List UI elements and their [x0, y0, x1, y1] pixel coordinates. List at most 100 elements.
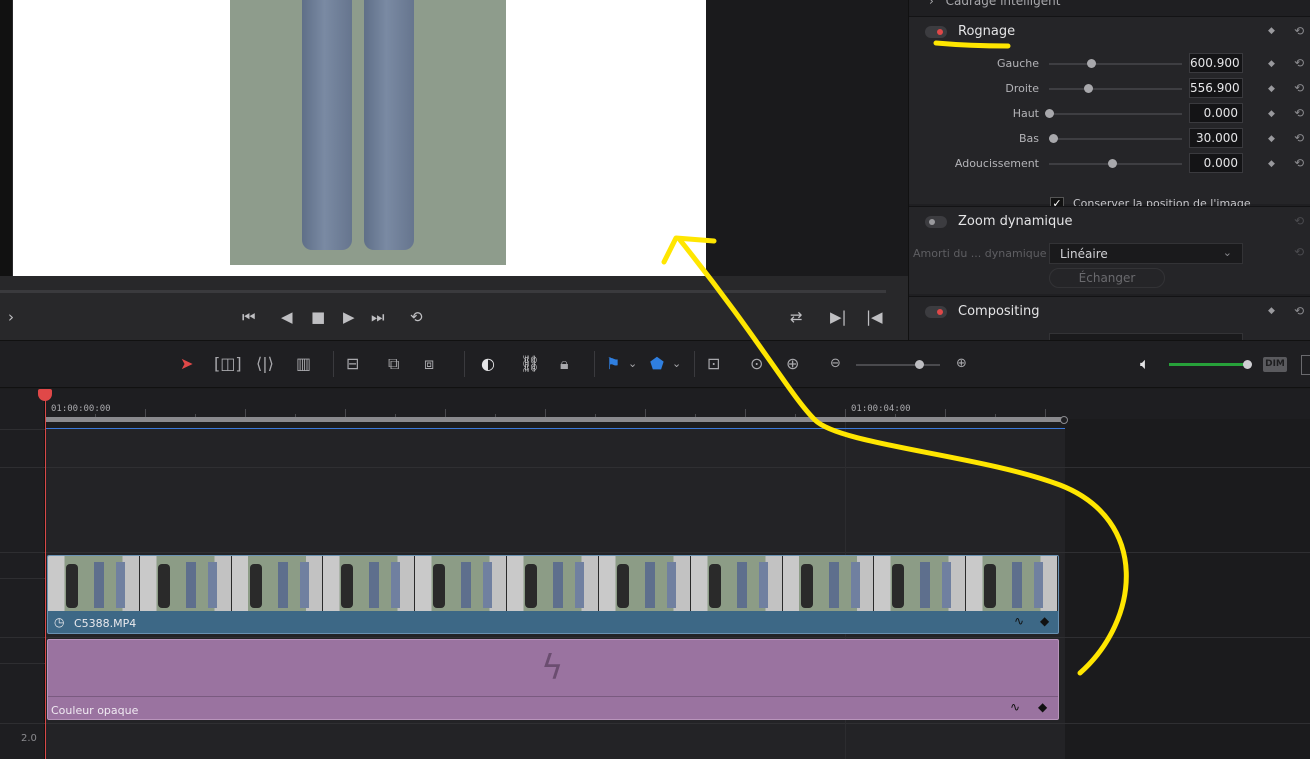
dynamic-trim-icon[interactable]: ⟨|⟩: [256, 354, 274, 373]
param-label: Adoucissement: [954, 157, 1039, 170]
keyframe-diamond-icon[interactable]: ◆: [1268, 84, 1275, 94]
blade-tool-icon[interactable]: ▥: [296, 354, 311, 373]
linked-selection-icon[interactable]: ⛓: [520, 354, 540, 373]
loop-icon[interactable]: ⟲: [410, 308, 423, 326]
dynamic-zoom-title: Zoom dynamique: [958, 214, 1073, 229]
expand-chevron-icon[interactable]: ›: [8, 308, 14, 326]
volume-slider-knob[interactable]: [1243, 360, 1252, 369]
solid-color-clip[interactable]: ϟ Couleur opaque ∿ ◆: [47, 639, 1059, 720]
crop-enable-toggle[interactable]: [925, 26, 947, 38]
dynamic-zoom-header[interactable]: Zoom dynamique ⟲: [909, 207, 1310, 237]
clip-thumbnail: [323, 556, 416, 611]
volume-slider[interactable]: [1169, 363, 1247, 366]
reset-icon[interactable]: ⟲: [1294, 24, 1304, 38]
reset-icon[interactable]: ⟲: [1294, 156, 1304, 170]
zoom-slider-knob[interactable]: [915, 360, 924, 369]
param-value-field[interactable]: 556.900: [1189, 78, 1243, 98]
prev-edit-icon[interactable]: |◀: [866, 308, 883, 326]
ease-select[interactable]: Linéaire ⌄: [1049, 243, 1243, 264]
zoom-custom-icon[interactable]: ⊕: [786, 354, 799, 373]
param-slider[interactable]: [1049, 138, 1182, 140]
curve-icon[interactable]: ∿: [1010, 700, 1020, 714]
track-divider: [0, 578, 45, 579]
clip-thumbnail: [231, 556, 324, 611]
track-divider: [0, 429, 45, 430]
timeline-range-bar[interactable]: [45, 417, 1065, 422]
first-frame-icon[interactable]: ⏮: [242, 308, 256, 326]
reset-icon[interactable]: ⟲: [1294, 131, 1304, 145]
range-end-handle[interactable]: [1060, 416, 1068, 424]
param-slider[interactable]: [1049, 63, 1182, 65]
trim-tool-icon[interactable]: [◫]: [214, 354, 242, 373]
keyframe-diamond-icon[interactable]: ◆: [1268, 306, 1275, 316]
dynamic-zoom-toggle[interactable]: [925, 216, 947, 228]
param-slider-knob[interactable]: [1048, 134, 1058, 143]
param-slider[interactable]: [1049, 113, 1182, 115]
param-value-field[interactable]: 30.000: [1189, 128, 1243, 148]
toolbar-separator: [464, 351, 465, 377]
overwrite-clip-icon[interactable]: ⧉: [388, 354, 399, 374]
keyframe-diamond-icon[interactable]: ◆: [1268, 109, 1275, 119]
inspector-panel: › Cadrage intelligent Rognage ◆ ⟲ Gauche…: [908, 0, 1310, 341]
keyframe-diamond-icon[interactable]: ◆: [1038, 700, 1047, 714]
reset-icon[interactable]: ⟲: [1294, 56, 1304, 70]
timecode-ruler[interactable]: 01:00:00:00 01:00:04:00: [45, 389, 1310, 419]
keyframe-diamond-icon[interactable]: ◆: [1040, 614, 1049, 628]
mixer-toggle[interactable]: [1301, 355, 1310, 375]
crop-section-header[interactable]: Rognage ◆ ⟲: [909, 17, 1310, 47]
marker-icon[interactable]: ⬟: [650, 354, 664, 373]
playhead[interactable]: [45, 389, 46, 759]
play-icon[interactable]: ▶: [343, 308, 355, 326]
speaker-icon[interactable]: 🔈︎: [1140, 354, 1150, 374]
flag-icon[interactable]: ⚑: [606, 354, 620, 373]
match-frame-icon[interactable]: ⇄: [790, 308, 803, 326]
previous-frame-icon[interactable]: ◀: [281, 308, 293, 326]
param-value-field[interactable]: 0.000: [1189, 103, 1243, 123]
reset-icon[interactable]: ⟲: [1294, 245, 1304, 259]
chevron-down-icon[interactable]: ⌄: [672, 357, 681, 370]
viewer-letterbox-left: [0, 0, 12, 276]
keyframe-diamond-icon[interactable]: ◆: [1268, 159, 1275, 169]
param-slider-knob[interactable]: [1084, 84, 1094, 93]
snapping-icon[interactable]: ◐: [481, 354, 495, 373]
zoom-out-icon[interactable]: ⊖: [830, 356, 841, 371]
param-value-field[interactable]: 0.000: [1189, 153, 1243, 173]
zoom-slider[interactable]: [856, 364, 940, 366]
stop-icon[interactable]: ■: [311, 308, 325, 326]
curve-icon[interactable]: ∿: [1014, 614, 1024, 628]
chevron-down-icon[interactable]: ⌄: [628, 357, 637, 370]
param-slider-knob[interactable]: [1086, 59, 1096, 68]
replace-clip-icon[interactable]: ⧈: [424, 354, 434, 374]
param-slider-knob[interactable]: [1045, 109, 1054, 118]
next-edit-icon[interactable]: ▶|: [830, 308, 847, 326]
keyframe-diamond-icon[interactable]: ◆: [1268, 26, 1275, 36]
crop-param-row: Gauche 600.900 ◆ ⟲: [909, 51, 1310, 76]
smart-reframe-section-title[interactable]: › Cadrage intelligent: [929, 0, 1060, 8]
param-value-field[interactable]: 600.900: [1189, 53, 1243, 73]
param-slider-knob[interactable]: [1108, 159, 1117, 168]
reset-icon[interactable]: ⟲: [1294, 106, 1304, 120]
keyframe-diamond-icon[interactable]: ◆: [1268, 59, 1275, 69]
compositing-toggle[interactable]: [925, 306, 947, 318]
video-clip[interactable]: ◷ C5388.MP4 ∿ ◆: [47, 555, 1059, 634]
reset-icon[interactable]: ⟲: [1294, 81, 1304, 95]
track-divider: [45, 467, 1310, 468]
edit-toolbar: ➤ [◫] ⟨|⟩ ▥ ⊟ ⧉ ⧈ ◐ ⛓ 🔒︎ ⚑ ⌄ ⬟ ⌄ ⊡ ⊙ ⊕ ⊖…: [0, 340, 1310, 388]
keyframe-diamond-icon[interactable]: ◆: [1268, 134, 1275, 144]
swap-button[interactable]: Échanger: [1049, 268, 1165, 288]
reset-icon[interactable]: ⟲: [1294, 214, 1304, 228]
viewer-frame[interactable]: [13, 0, 706, 276]
position-lock-icon[interactable]: 🔒︎: [560, 354, 569, 374]
reset-icon[interactable]: ⟲: [1294, 304, 1304, 318]
selection-tool-icon[interactable]: ➤: [180, 354, 193, 373]
viewer-scrubber[interactable]: [0, 290, 886, 293]
zoom-in-icon[interactable]: ⊕: [956, 356, 967, 371]
timeline-empty-region: [1065, 419, 1310, 759]
dim-button[interactable]: DIM: [1263, 357, 1287, 372]
param-slider[interactable]: [1049, 88, 1182, 90]
insert-clip-icon[interactable]: ⊟: [346, 354, 359, 373]
compositing-header[interactable]: Compositing ◆ ⟲: [909, 297, 1310, 327]
zoom-detail-icon[interactable]: ⊙: [750, 354, 763, 373]
zoom-full-icon[interactable]: ⊡: [707, 354, 720, 373]
last-frame-icon[interactable]: ⏭: [371, 308, 385, 326]
